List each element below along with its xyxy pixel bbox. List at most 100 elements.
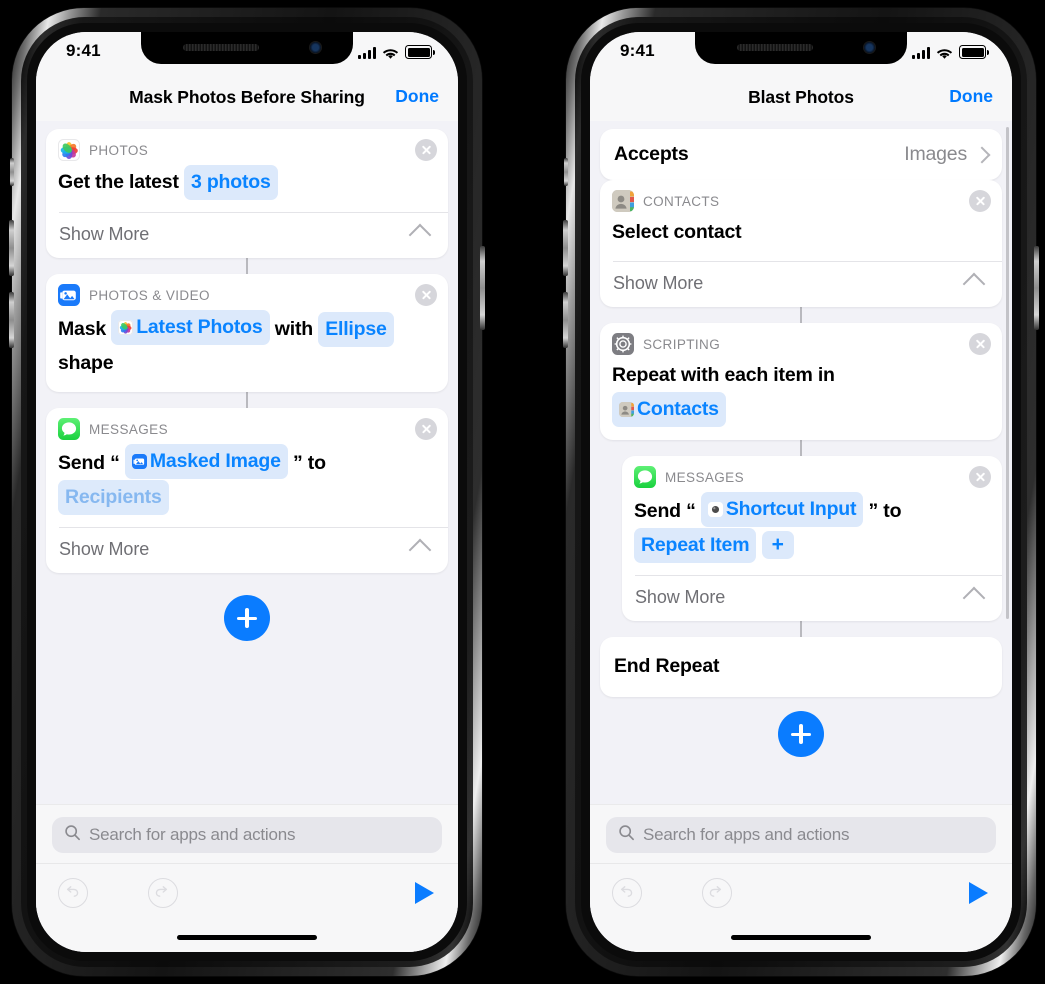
token-label: Shortcut Input (725, 498, 857, 520)
bottom-bar: Search for apps and actions (590, 804, 1012, 952)
messages-app-icon (634, 466, 656, 488)
undo-icon[interactable] (58, 878, 88, 908)
chevron-up-icon (962, 586, 986, 609)
volume-up-button[interactable] (563, 220, 568, 276)
play-run-icon[interactable] (415, 882, 434, 904)
end-repeat-action[interactable]: End Repeat (600, 637, 1002, 697)
navigation-bar: Mask Photos Before Sharing Done (36, 74, 458, 121)
photos-video-action[interactable]: PHOTOS & VIDEO Mask Latest Photos with E… (46, 274, 448, 392)
parameter-token[interactable]: Repeat Item (634, 528, 757, 563)
power-button[interactable] (1034, 246, 1039, 330)
show-more-row[interactable]: Show More (622, 576, 1002, 621)
add-action-plus-button[interactable] (778, 711, 824, 757)
action-text: Send “ (634, 500, 696, 522)
mute-switch[interactable] (10, 158, 14, 186)
shortcut-input-dot-icon (707, 502, 723, 517)
action-header: MESSAGES (622, 456, 1002, 488)
action-connector (800, 440, 802, 456)
action-body: Send “ Shortcut Input ” to Repeat Item + (622, 488, 1002, 575)
parameter-token[interactable]: Contacts (612, 392, 726, 427)
redo-icon[interactable] (148, 878, 178, 908)
photos-action[interactable]: PHOTOS Get the latest 3 photos Show More (46, 129, 448, 258)
parameter-token[interactable]: Ellipse (318, 312, 394, 347)
add-action-plus-button[interactable] (224, 595, 270, 641)
home-indicator[interactable] (731, 935, 871, 940)
token-label: Masked Image (149, 450, 281, 472)
action-body: Mask Latest Photos with Ellipse shape (46, 306, 448, 392)
action-header: PHOTOS (46, 129, 448, 161)
page-title: Blast Photos (748, 87, 854, 107)
volume-down-button[interactable] (9, 292, 14, 348)
token-label: Recipients (65, 486, 162, 508)
cellular-bars-icon (358, 47, 376, 59)
show-more-row[interactable]: Show More (600, 262, 1002, 307)
navigation-bar: Blast Photos Done (590, 74, 1012, 121)
chevron-up-icon (408, 223, 432, 246)
contacts-action[interactable]: CONTACTS Select contact Show More (600, 180, 1002, 307)
earpiece-speaker-icon (183, 44, 259, 51)
close-circle-icon[interactable] (415, 139, 437, 161)
play-run-icon[interactable] (969, 882, 988, 904)
power-button[interactable] (480, 246, 485, 330)
action-category-label: PHOTOS & VIDEO (89, 287, 210, 303)
action-body: Send “ Masked Image ” to Recipients (46, 440, 448, 527)
action-header: CONTACTS (600, 180, 1002, 212)
token-label: Repeat Item (641, 534, 750, 556)
status-time: 9:41 (620, 41, 655, 60)
action-connector (246, 392, 248, 408)
token-label: + (771, 533, 784, 556)
scroll-indicator[interactable] (1006, 127, 1009, 619)
mute-switch[interactable] (564, 158, 568, 186)
parameter-token[interactable]: Latest Photos (111, 310, 270, 345)
action-category-label: SCRIPTING (643, 336, 721, 352)
close-circle-icon[interactable] (415, 284, 437, 306)
show-more-label: Show More (59, 539, 150, 559)
close-circle-icon[interactable] (415, 418, 437, 440)
parameter-token[interactable]: Recipients (58, 480, 169, 515)
volume-up-button[interactable] (9, 220, 14, 276)
show-more-label: Show More (635, 587, 726, 607)
search-icon (618, 824, 635, 846)
chevron-up-icon (962, 272, 986, 295)
parameter-token[interactable]: Masked Image (124, 444, 288, 479)
close-circle-icon[interactable] (969, 466, 991, 488)
token-label: Latest Photos (136, 316, 263, 338)
messages-action[interactable]: MESSAGES Send “ Shortcut Input ” to Repe… (622, 456, 1002, 621)
done-button[interactable]: Done (949, 86, 993, 107)
parameter-token[interactable]: + (761, 531, 794, 559)
close-circle-icon[interactable] (969, 333, 991, 355)
editor-toolbar (590, 863, 1012, 922)
parameter-token[interactable]: 3 photos (183, 165, 278, 200)
action-header: MESSAGES (46, 408, 448, 440)
action-text: Mask (58, 318, 106, 340)
done-button[interactable]: Done (395, 86, 439, 107)
close-circle-icon[interactable] (969, 190, 991, 212)
messages-app-icon (58, 418, 80, 440)
redo-icon[interactable] (702, 878, 732, 908)
action-list: PHOTOS Get the latest 3 photos Show More… (36, 121, 458, 641)
undo-icon[interactable] (612, 878, 642, 908)
action-connector (246, 258, 248, 274)
show-more-row[interactable]: Show More (46, 528, 448, 573)
phone-screen: 9:41 Blast Photos Done Accepts Images CO… (590, 32, 1012, 952)
home-indicator[interactable] (177, 935, 317, 940)
action-category-label: MESSAGES (665, 469, 744, 485)
scripting-repeat-action[interactable]: SCRIPTING Repeat with each item in Conta… (600, 323, 1002, 440)
parameter-token[interactable]: Shortcut Input (700, 492, 864, 527)
volume-down-button[interactable] (563, 292, 568, 348)
action-body: Select contact (600, 212, 1002, 261)
messages-action[interactable]: MESSAGES Send “ Masked Image ” to Recipi… (46, 408, 448, 573)
photos-and-video-icon (131, 454, 147, 469)
action-text: Send “ (58, 452, 120, 474)
bottom-bar: Search for apps and actions (36, 804, 458, 952)
accepts-row-card[interactable]: Accepts Images (600, 129, 1002, 180)
contacts-app-icon (612, 190, 634, 212)
search-input[interactable]: Search for apps and actions (52, 817, 442, 853)
action-text: ” to (293, 452, 326, 474)
search-placeholder: Search for apps and actions (89, 825, 296, 844)
action-list: Accepts Images CONTACTS Select contact S… (590, 121, 1012, 757)
search-input[interactable]: Search for apps and actions (606, 817, 996, 853)
photos-app-icon (118, 320, 134, 335)
action-header: PHOTOS & VIDEO (46, 274, 448, 306)
show-more-row[interactable]: Show More (46, 213, 448, 258)
